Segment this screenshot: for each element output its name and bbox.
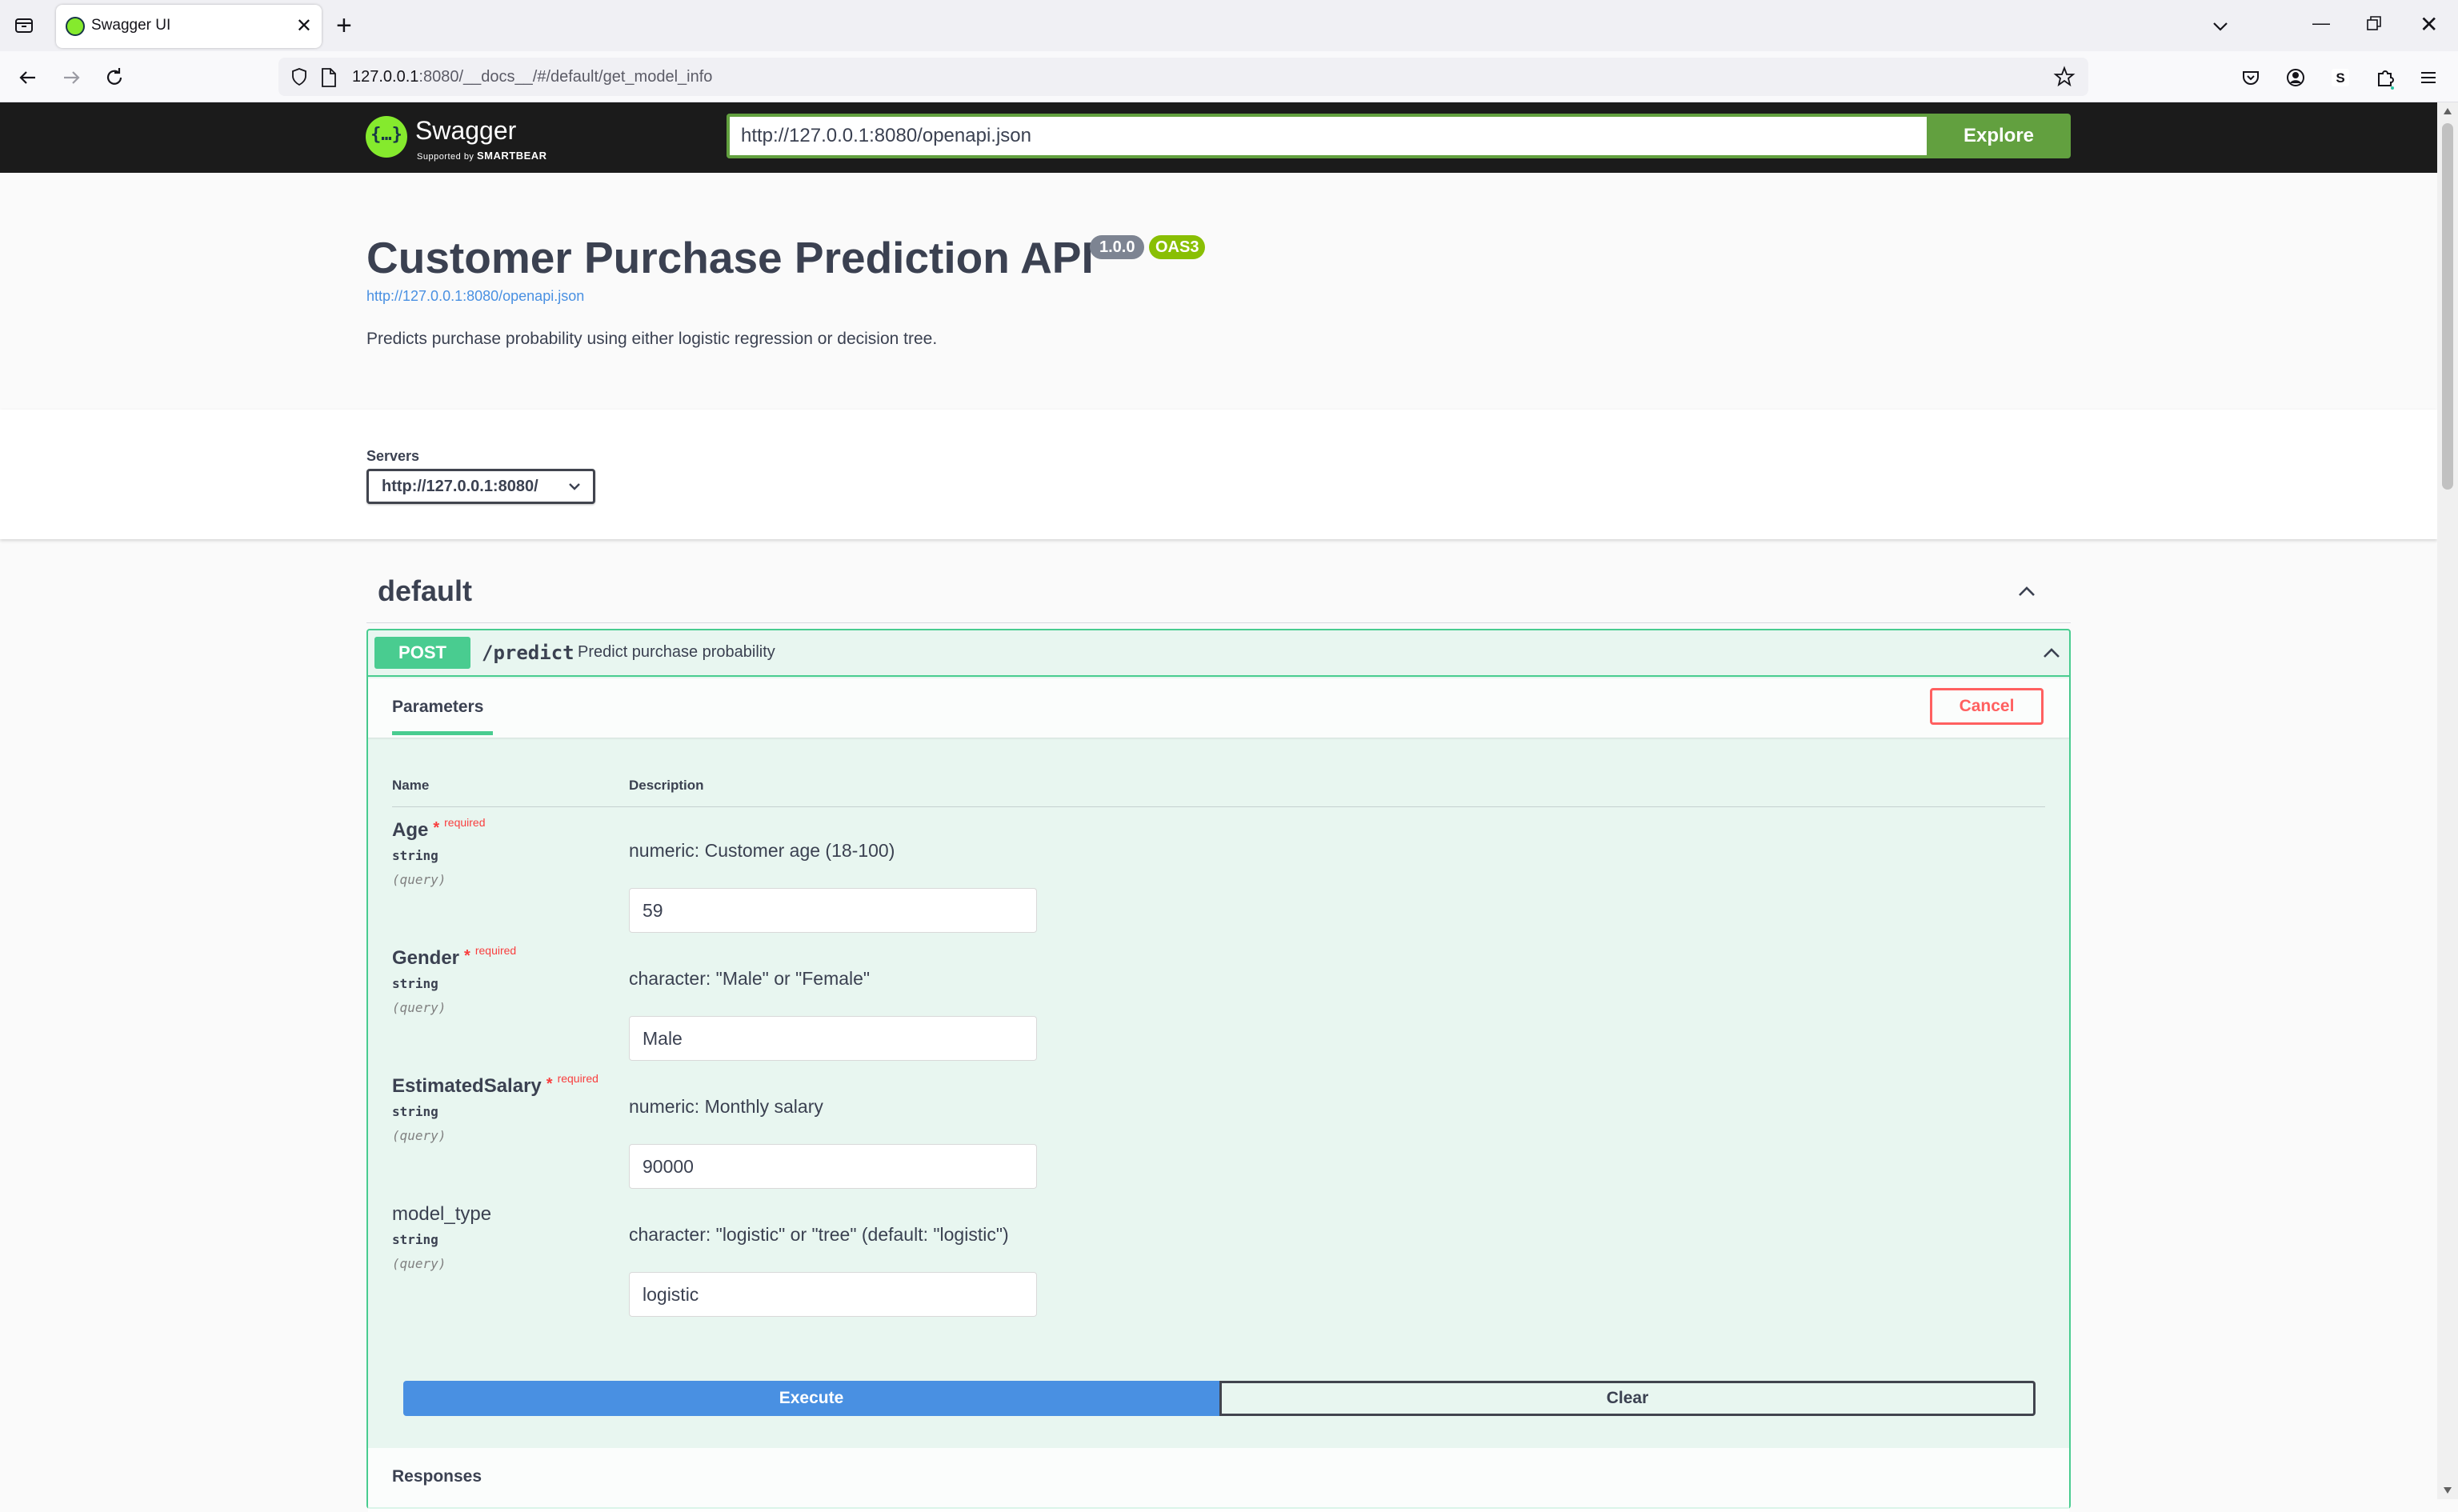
url-text: 127.0.0.1:8080/__docs__/#/default/get_mo… [352,68,713,86]
operation-block-post-predict: POST /predict Predict purchase probabili… [366,629,2071,1512]
spec-url-input[interactable] [727,114,1927,158]
pocket-icon[interactable] [2239,66,2263,90]
parameter-name: model_type [392,1203,492,1225]
extensions-puzzle-icon[interactable] [2373,66,2397,90]
logo-wordmark: Swagger [415,116,517,145]
parameter-type: string [392,1104,438,1119]
info-section [0,173,2437,410]
parameters-header: Parameters Cancel [368,678,2069,738]
servers-selected-value: http://127.0.0.1:8080/ [382,478,538,495]
tab-active-underline [392,731,493,735]
explore-button[interactable]: Explore [1927,114,2071,158]
window-close-icon[interactable]: ✕ [2420,11,2438,38]
servers-section [0,410,2437,539]
spec-link[interactable]: http://127.0.0.1:8080/openapi.json [366,288,584,305]
logo-subtitle: Supported by SMARTBEAR [417,150,547,162]
scroll-down-arrow-icon[interactable] [2443,1486,2452,1494]
oas-badge: OAS3 [1149,235,1206,259]
parameter-name: EstimatedSalary * required [392,1072,598,1097]
browser-nav-bar: 127.0.0.1:8080/__docs__/#/default/get_mo… [0,51,2458,102]
minimize-icon[interactable]: — [2312,13,2330,34]
model-type-input[interactable] [629,1272,1037,1317]
parameter-description: numeric: Monthly salary [629,1096,823,1117]
parameter-description: numeric: Customer age (18-100) [629,840,895,861]
tab-parameters[interactable]: Parameters [392,698,483,717]
responses-label: Responses [392,1467,482,1486]
column-header-name: Name [392,778,430,793]
extension-s-icon[interactable]: S [2328,66,2352,90]
parameter-location: (query) [392,1256,446,1271]
operation-summary-text: Predict purchase probability [578,643,775,661]
parameter-location: (query) [392,1000,446,1015]
scroll-up-arrow-icon[interactable] [2443,107,2452,115]
operation-summary[interactable]: POST /predict Predict purchase probabili… [368,630,2069,677]
column-header-description: Description [629,778,704,793]
forward-icon[interactable] [59,66,83,90]
back-icon[interactable] [16,66,40,90]
chevron-up-icon[interactable] [2015,579,2039,603]
menu-hamburger-icon[interactable] [2416,66,2440,90]
servers-label: Servers [366,448,420,464]
parameter-name: Age * required [392,816,486,841]
swagger-logo-icon: {…} [366,116,407,158]
swagger-favicon-icon [66,17,85,36]
parameter-description: character: "Male" or "Female" [629,968,871,989]
gender-input[interactable] [629,1016,1037,1061]
tab-list-icon[interactable] [13,14,35,37]
browser-tab[interactable]: Swagger UI ✕ [56,5,322,48]
api-description: Predicts purchase probability using eith… [366,330,938,348]
clear-button[interactable]: Clear [1219,1381,2036,1416]
execute-button[interactable]: Execute [403,1381,1219,1416]
new-tab-icon[interactable]: + [336,11,352,40]
chevron-down-icon [569,483,580,490]
estimated-salary-input[interactable] [629,1144,1037,1189]
address-bar[interactable]: 127.0.0.1:8080/__docs__/#/default/get_mo… [278,58,2088,96]
page-scrollbar[interactable] [2437,102,2458,1499]
api-title: Customer Purchase Prediction API [366,233,1094,282]
cancel-button[interactable]: Cancel [1930,688,2044,725]
chevron-down-icon[interactable] [2208,14,2232,38]
svg-text:S: S [2336,70,2344,86]
parameter-location: (query) [392,1128,446,1143]
tab-title: Swagger UI [91,17,171,34]
method-badge: POST [374,637,470,669]
parameter-location: (query) [392,872,446,887]
restore-icon[interactable] [2367,16,2381,30]
tag-title[interactable]: default [378,574,472,608]
reload-icon[interactable] [102,66,126,90]
parameter-description: character: "logistic" or "tree" (default… [629,1224,1009,1245]
servers-select[interactable]: http://127.0.0.1:8080/ [366,469,595,504]
chevron-up-icon[interactable] [2040,642,2063,664]
parameter-type: string [392,848,438,863]
account-icon[interactable] [2284,66,2308,90]
bookmark-star-icon[interactable] [2053,66,2076,88]
tab-close-icon[interactable]: ✕ [296,15,312,38]
tag-divider [366,622,2071,623]
swagger-topbar: {…} Swagger Supported by SMARTBEAR Explo… [0,102,2437,173]
responses-header: Responses [368,1448,2069,1512]
column-header-divider [392,806,2045,807]
parameter-type: string [392,976,438,991]
swagger-logo[interactable]: {…} Swagger Supported by SMARTBEAR [366,113,558,164]
parameter-name: Gender * required [392,944,517,969]
browser-tab-bar: Swagger UI ✕ + — ✕ [0,0,2458,51]
version-badge: 1.0.0 [1090,235,1145,259]
shield-icon[interactable] [290,67,309,86]
age-input[interactable] [629,888,1037,933]
parameter-type: string [392,1232,438,1247]
scrollbar-thumb[interactable] [2442,123,2453,490]
page-icon[interactable] [320,67,338,88]
operation-path: /predict [482,642,574,664]
